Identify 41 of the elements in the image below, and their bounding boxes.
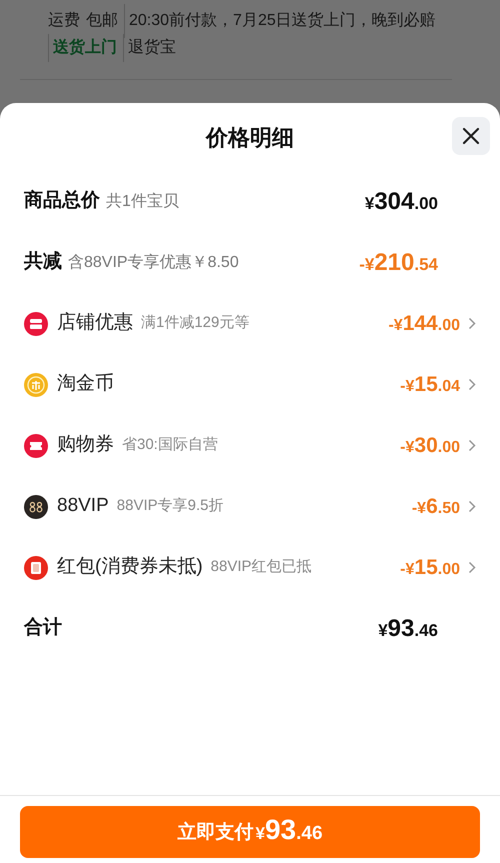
row-amount: -¥15.00: [400, 554, 460, 581]
row-label: 淘金币: [57, 372, 114, 396]
row-label: 红包(消费券未抵): [57, 555, 203, 580]
sheet-title: 价格明细: [206, 124, 294, 152]
shipping-label: 运费: [48, 10, 80, 31]
shop-icon: [24, 312, 48, 336]
row-label: 购物券: [57, 433, 114, 458]
row-label: 合计: [24, 616, 62, 640]
row-note: 88VIP专享9.5折: [116, 496, 224, 516]
close-button[interactable]: [452, 117, 490, 155]
row-amount: ¥304.00: [364, 186, 438, 216]
row-amount: -¥144.00: [388, 310, 460, 337]
chevron-right-icon[interactable]: [468, 439, 476, 452]
delivery-note: 20:30前付款，7月25日送货上门，晚到必赔: [124, 4, 436, 38]
service-tag: 送货上门: [48, 34, 117, 62]
ticket-icon: [24, 434, 48, 458]
chevron-right-icon[interactable]: [468, 317, 476, 330]
row-note: 共1件宝贝: [106, 192, 179, 212]
row-amount: -¥6.50: [412, 494, 460, 520]
row-note: 满1件减129元等: [141, 313, 250, 334]
row-amount: -¥15.04: [400, 372, 460, 398]
row-label: 共减: [24, 250, 62, 274]
row-note: 含88VIP专享优惠￥8.50: [68, 252, 239, 272]
row-amount: ¥93.46: [378, 614, 438, 644]
row-label: 商品总价: [24, 188, 100, 214]
row-label: 店铺优惠: [57, 311, 133, 336]
coin-icon: [24, 372, 48, 396]
row-note: 省30:国际自营: [122, 435, 218, 456]
vip-badge-icon: [24, 494, 48, 518]
row-note: 88VIP红包已抵: [210, 557, 312, 578]
row-amount: -¥30.00: [400, 432, 460, 459]
shipping-value: 包邮: [86, 10, 118, 31]
service-tag: 退货宝: [123, 34, 176, 62]
pay-now-button[interactable]: 立即支付¥93.46: [20, 806, 480, 858]
chevron-right-icon[interactable]: [468, 500, 476, 513]
row-amount: -¥210.54: [359, 248, 438, 278]
chevron-right-icon[interactable]: [468, 561, 476, 574]
envelope-icon: [24, 556, 48, 580]
chevron-right-icon[interactable]: [468, 378, 476, 391]
row-label: 88VIP: [57, 494, 109, 518]
close-icon: [462, 127, 480, 145]
